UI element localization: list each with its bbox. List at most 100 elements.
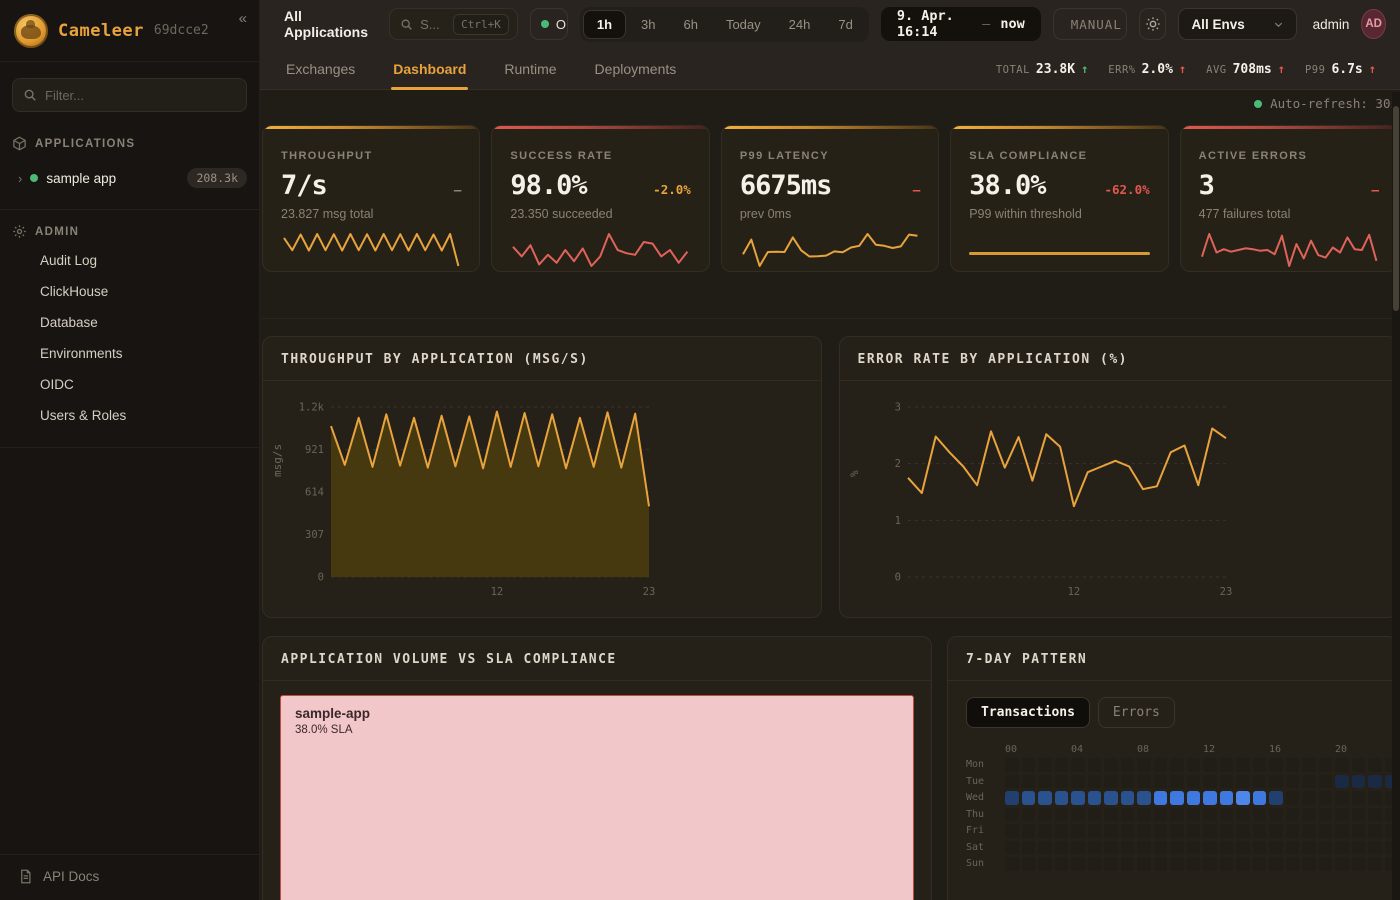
heatmap-cell (1104, 841, 1118, 855)
kpi-subtext: 23.350 succeeded (510, 207, 690, 221)
environment-select[interactable]: All Envs (1178, 8, 1296, 40)
heatmap-cell (1104, 775, 1118, 789)
time-range-3h[interactable]: 3h (628, 11, 668, 38)
page-title: All Applications (284, 8, 369, 40)
heatmap-cell (1236, 841, 1250, 855)
heatmap-cell (1038, 857, 1052, 871)
heatmap-cell (1071, 808, 1085, 822)
heatmap-cell (1022, 775, 1036, 789)
heatmap-cell (1236, 857, 1250, 871)
heatmap-cell (1055, 857, 1069, 871)
heatmap-cell (1203, 857, 1217, 871)
treemap-tile-sample-app[interactable]: sample-app 38.0% SLA (280, 695, 914, 900)
heatmap-cell (1104, 857, 1118, 871)
sidebar-item-database[interactable]: Database (0, 307, 259, 338)
heatmap-cell (1121, 841, 1135, 855)
heatmap-cell (1352, 824, 1366, 838)
toggle-transactions[interactable]: Transactions (966, 697, 1090, 728)
heatmap-cell (1022, 808, 1036, 822)
tab-exchanges[interactable]: Exchanges (284, 51, 357, 89)
heatmap-cell (1286, 791, 1300, 805)
global-search[interactable]: Ctrl+K (389, 8, 518, 40)
kpi-card-active-errors: ACTIVE ERRORS 3– 477 failures total (1180, 125, 1398, 272)
heatmap-cell (1088, 857, 1102, 871)
environment-select-value: All Envs (1191, 17, 1244, 32)
chevron-right-icon[interactable]: › (18, 171, 22, 186)
tab-runtime[interactable]: Runtime (502, 51, 558, 89)
sidebar-item-audit-log[interactable]: Audit Log (0, 245, 259, 276)
sidebar-item-environments[interactable]: Environments (0, 338, 259, 369)
api-docs-label: API Docs (43, 869, 99, 884)
time-range-today[interactable]: Today (713, 11, 774, 38)
collapse-sidebar-icon[interactable]: « (239, 10, 247, 27)
arrow-up-icon: ↑ (1081, 62, 1088, 76)
sidebar-item-users-roles[interactable]: Users & Roles (0, 400, 259, 431)
app-root: Cameleer 69dcce2 « APPLICATIONS › sample… (0, 0, 1400, 900)
heatmap-cell (1005, 808, 1019, 822)
svg-text:12: 12 (491, 586, 504, 598)
heatmap-cell (1253, 808, 1267, 822)
search-icon (400, 18, 413, 31)
time-range-6h[interactable]: 6h (670, 11, 710, 38)
api-docs-link[interactable]: API Docs (0, 855, 259, 900)
sidebar-item-oidc[interactable]: OIDC (0, 369, 259, 400)
chart-title: 7-DAY PATTERN (948, 637, 1397, 681)
heatmap-cell (1269, 841, 1283, 855)
heatmap-cell (1319, 791, 1333, 805)
refresh-mode-button[interactable]: MANUAL (1053, 8, 1128, 40)
online-status-dot-icon (541, 20, 549, 28)
user-avatar[interactable]: AD (1361, 9, 1386, 39)
heatmap-cell (1121, 824, 1135, 838)
heatmap-cell (1071, 791, 1085, 805)
heatmap-cell (1187, 808, 1201, 822)
kpi-delta: -62.0% (1104, 182, 1149, 197)
auto-refresh-indicator: Auto-refresh: 30s (262, 90, 1398, 111)
tab-deployments[interactable]: Deployments (593, 51, 679, 89)
toggle-errors[interactable]: Errors (1098, 697, 1175, 728)
theme-toggle-button[interactable] (1139, 8, 1166, 40)
heatmap-cell (1253, 824, 1267, 838)
date-range-display[interactable]: 9. Apr. 16:14 – now (881, 7, 1041, 41)
sidebar-filter[interactable] (12, 78, 247, 112)
kpi-value: 3 (1199, 170, 1214, 201)
heatmap-cell (1368, 758, 1382, 772)
kpi-subtext: 23.827 msg total (281, 207, 461, 221)
heatmap-cell (1203, 791, 1217, 805)
user-name: admin (1313, 17, 1350, 32)
time-range-7d[interactable]: 7d (825, 11, 865, 38)
heatmap-cell (1038, 808, 1052, 822)
time-range-24h[interactable]: 24h (776, 11, 824, 38)
heatmap-row-thu: Thu (966, 808, 1379, 822)
heatmap-cell (1220, 857, 1234, 871)
kpi-value: 6675ms (740, 170, 832, 201)
heatmap-cell (1154, 841, 1168, 855)
filter-input[interactable] (45, 88, 236, 103)
search-input[interactable] (420, 17, 446, 32)
sla-treemap-card: APPLICATION VOLUME VS SLA COMPLIANCE sam… (262, 636, 932, 900)
main-area: All Applications Ctrl+K O 1h 3h 6h Today… (260, 0, 1400, 900)
tab-dashboard[interactable]: Dashboard (391, 51, 468, 89)
heatmap-cell (1335, 824, 1349, 838)
y-axis-label: msg/s (271, 444, 284, 477)
applications-section-label: APPLICATIONS (35, 138, 135, 150)
heatmap-cell (1236, 775, 1250, 789)
heatmap-cell (1335, 841, 1349, 855)
heatmap-cell (1368, 791, 1382, 805)
sidebar-item-clickhouse[interactable]: ClickHouse (0, 276, 259, 307)
scrollbar-thumb[interactable] (1393, 106, 1399, 311)
heatmap-cell (1055, 758, 1069, 772)
heatmap-cell (1022, 791, 1036, 805)
time-range-1h[interactable]: 1h (583, 10, 626, 39)
scrollbar-track[interactable] (1392, 92, 1400, 900)
connection-status-button[interactable]: O (530, 8, 568, 40)
card-accent (492, 126, 708, 129)
kpi-card-throughput: THROUGHPUT 7/s– 23.827 msg total (262, 125, 480, 272)
heatmap-cell (1286, 824, 1300, 838)
seven-day-pattern-card: 7-DAY PATTERN Transactions Errors 000408… (947, 636, 1398, 900)
sidebar-item-sample-app[interactable]: › sample app 208.3k (18, 163, 247, 193)
heatmap-cell (1071, 775, 1085, 789)
kpi-delta: – (454, 182, 462, 197)
heatmap-cell (1187, 758, 1201, 772)
kpi-card-success-rate: SUCCESS RATE 98.0%-2.0% 23.350 succeeded (491, 125, 709, 272)
heatmap-cell (1269, 857, 1283, 871)
